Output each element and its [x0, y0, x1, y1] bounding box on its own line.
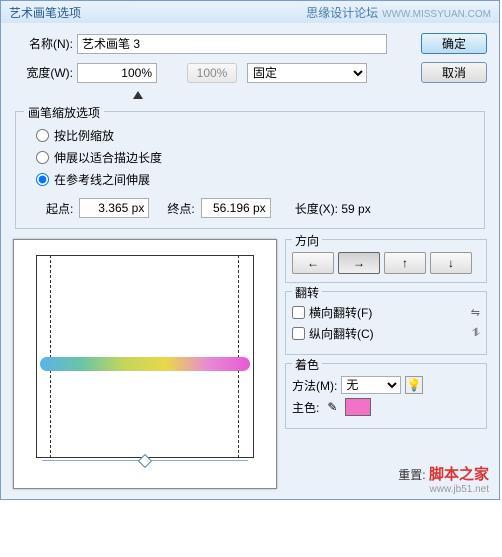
- flip-h-checkbox[interactable]: 横向翻转(F) ⇋: [292, 304, 480, 321]
- tint-tip-button[interactable]: 💡: [405, 376, 423, 394]
- brush-stroke-icon: [40, 357, 250, 371]
- dir-right-button[interactable]: →: [338, 252, 380, 274]
- watermark-url: www.jb51.net: [398, 484, 489, 495]
- dir-left-button[interactable]: ←: [292, 252, 334, 274]
- length-label: 长度(X): 59 px: [295, 200, 371, 217]
- arrow-right-icon: →: [353, 256, 365, 270]
- eyedropper-button[interactable]: ✎: [323, 398, 341, 416]
- width-input[interactable]: [77, 63, 157, 83]
- tint-title: 着色: [292, 356, 322, 373]
- width-mode-select[interactable]: 固定: [247, 63, 367, 83]
- dir-down-button[interactable]: ↓: [430, 252, 472, 274]
- scale-proportional-radio[interactable]: 按比例缩放: [36, 127, 474, 144]
- direction-group: 方向 ← → ↑ ↓: [285, 239, 487, 283]
- titlebar[interactable]: 艺术画笔选项 思缘设计论坛WWW.MISSYUAN.COM: [1, 1, 499, 23]
- tint-method-select[interactable]: 无: [341, 376, 401, 394]
- arrow-up-icon: ↑: [402, 256, 408, 270]
- watermark: 脚本之家: [429, 467, 489, 483]
- method-label: 方法(M):: [292, 377, 337, 394]
- flip-group: 翻转 横向翻转(F) ⇋ 纵向翻转(C) ⥮: [285, 291, 487, 355]
- width-100-button[interactable]: 100%: [187, 63, 237, 83]
- flip-h-icon: ⇋: [471, 306, 480, 319]
- flip-v-checkbox[interactable]: 纵向翻转(C) ⥮: [292, 325, 480, 342]
- color-swatch[interactable]: [345, 398, 371, 416]
- dir-up-button[interactable]: ↑: [384, 252, 426, 274]
- scale-stretch-radio[interactable]: 伸展以适合描边长度: [36, 149, 474, 166]
- start-label: 起点:: [46, 200, 73, 217]
- dialog-title: 艺术画笔选项: [9, 4, 81, 21]
- width-slider[interactable]: [77, 91, 157, 99]
- scale-guides-radio[interactable]: 在参考线之间伸展: [36, 171, 474, 188]
- eyedropper-icon: ✎: [327, 400, 337, 414]
- arrow-left-icon: ←: [307, 256, 319, 270]
- key-color-label: 主色:: [292, 399, 319, 416]
- forum-link: 思缘设计论坛WWW.MISSYUAN.COM: [306, 4, 491, 21]
- flip-v-icon: ⥮: [472, 327, 480, 340]
- end-input[interactable]: [201, 198, 271, 218]
- art-brush-dialog: 艺术画笔选项 思缘设计论坛WWW.MISSYUAN.COM 名称(N): 确定 …: [0, 0, 500, 500]
- arrow-down-icon: ↓: [448, 256, 454, 270]
- scale-group-title: 画笔缩放选项: [24, 104, 104, 121]
- flip-title: 翻转: [292, 284, 322, 301]
- footer: 重置: 脚本之家 www.jb51.net: [398, 463, 489, 495]
- reset-label: 重置:: [398, 468, 425, 482]
- start-input[interactable]: [79, 198, 149, 218]
- tint-group: 着色 方法(M): 无 💡 主色: ✎: [285, 363, 487, 429]
- lightbulb-icon: 💡: [407, 378, 422, 392]
- brush-preview: [13, 239, 277, 489]
- width-label: 宽度(W):: [13, 64, 73, 81]
- direction-title: 方向: [292, 232, 322, 249]
- name-input[interactable]: [77, 34, 387, 54]
- scale-options-group: 画笔缩放选项 按比例缩放 伸展以适合描边长度 在参考线之间伸展 起点: 终点: …: [15, 111, 485, 229]
- ok-button[interactable]: 确定: [421, 33, 487, 54]
- cancel-button[interactable]: 取消: [421, 62, 487, 83]
- end-label: 终点:: [167, 200, 194, 217]
- name-label: 名称(N):: [13, 35, 73, 52]
